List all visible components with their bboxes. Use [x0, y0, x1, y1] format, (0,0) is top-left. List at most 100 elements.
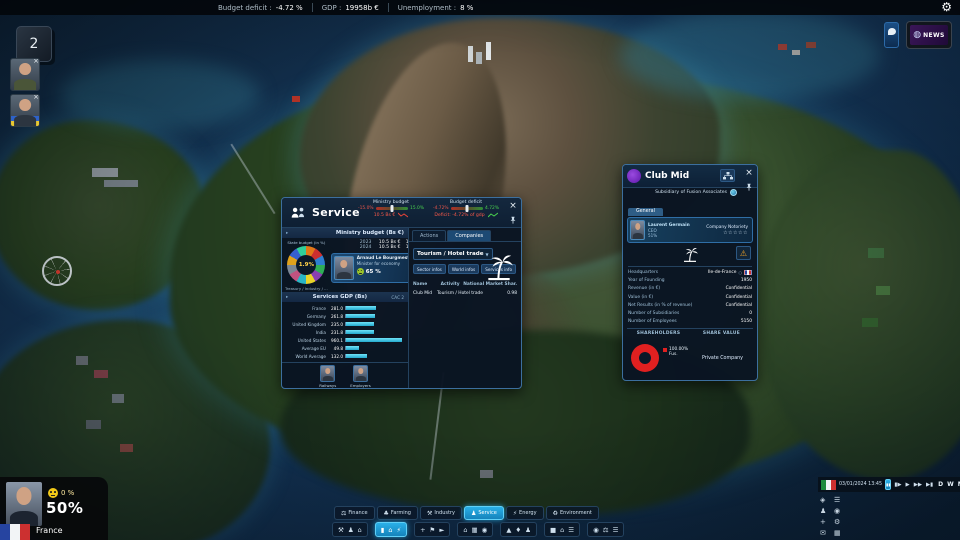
toolbar-tab-industry[interactable]: ⚒Industry [420, 506, 462, 520]
speed-button[interactable]: ▶ [906, 482, 910, 488]
speed-button[interactable]: ▶▶ [914, 482, 922, 488]
energy-icon: ⚡ [513, 510, 517, 517]
tool-icon[interactable]: ☰ [613, 526, 619, 534]
tool-icon[interactable]: ► [439, 526, 444, 534]
tool-icon[interactable]: ⌂ [463, 526, 467, 534]
tool-icon[interactable]: ⚒ [338, 526, 344, 534]
tool-icon[interactable]: ♟ [525, 526, 531, 534]
tool-icon[interactable]: ⌂ [358, 526, 362, 534]
toolbar-tab-service[interactable]: ♟Service [464, 506, 504, 520]
toolbar-group-2[interactable]: ▮⌂ ⚡ [375, 522, 407, 537]
speed-d-button[interactable]: D [938, 481, 943, 488]
toolbar-group-3[interactable]: + ⚑► [414, 522, 450, 537]
settings-gear-icon[interactable]: ⚙ [941, 0, 952, 15]
slider-track[interactable] [451, 207, 484, 210]
bar [345, 314, 405, 318]
tab-companies[interactable]: Companies [447, 230, 491, 241]
tool-icon[interactable]: ⌂ [560, 526, 564, 534]
map-tool-icon[interactable]: ◈ [820, 495, 834, 506]
ceo-card[interactable]: Laurent Germain CEO 51% Company Notoriet… [627, 217, 753, 243]
tool-icon[interactable]: ☰ [568, 526, 574, 534]
service-window-titlebar[interactable]: Service Ministry budget -15.0% 15.0% 10.… [282, 198, 521, 228]
radio-icon[interactable]: ○ [739, 270, 743, 275]
close-icon[interactable]: × [33, 94, 39, 101]
advisor-thumbnail[interactable]: × [10, 94, 40, 127]
speed-button[interactable]: ▮▶ [894, 482, 901, 488]
close-icon[interactable]: × [33, 58, 39, 65]
minister-portrait [334, 256, 354, 280]
tool-icon[interactable]: ♟ [348, 526, 354, 534]
news-tv-button[interactable]: ◍ NEWS [906, 21, 952, 49]
budget-deficit-slider[interactable]: Budget deficit -4.72% 4.72% Deficit: -4.… [433, 200, 499, 218]
warning-button[interactable]: ⚠ [736, 246, 751, 260]
toolbar-group-1[interactable]: ⚒ ♟ ⌂ [332, 522, 368, 537]
tool-icon[interactable]: ⚖ [603, 526, 609, 534]
toolbar-tab-finance[interactable]: ⚖Finance [334, 506, 375, 520]
map-tool-icon[interactable]: ♟ [820, 506, 834, 517]
slider-track[interactable] [376, 207, 409, 210]
tool-icon[interactable]: + [420, 526, 425, 534]
company-window-titlebar[interactable]: Club Mid × [623, 165, 757, 188]
pin-icon[interactable] [745, 183, 753, 191]
sector-infos-button[interactable]: Sector infos [413, 264, 446, 274]
org-chart-button[interactable] [720, 169, 735, 182]
tab-general[interactable]: General [628, 208, 663, 216]
detail-label: Number of Employees [628, 319, 677, 324]
delegate-label: Railways [319, 383, 336, 388]
minister-card[interactable]: Arnaud Le Bourgmestre Minister for econo… [331, 253, 409, 283]
map-tool-icon[interactable]: ▦ [834, 528, 848, 539]
map-tool-icon[interactable]: ⚙ [834, 517, 848, 528]
notification-count: 2 [30, 36, 39, 52]
delegate-card[interactable]: Railways [319, 365, 336, 388]
speed-button[interactable]: ▶▮ [926, 482, 933, 488]
close-icon[interactable]: × [745, 169, 753, 178]
divider [312, 3, 313, 12]
map-tool-icon[interactable]: ✉ [820, 528, 834, 539]
speed-w-button[interactable]: W [947, 481, 954, 488]
tab-label: Service [478, 510, 496, 516]
toolbar-group-5[interactable]: ▲ ♦ ♟ [500, 522, 537, 537]
map-tool-icon[interactable]: ☰ [834, 495, 848, 506]
tool-icon[interactable]: ⌂ [388, 526, 392, 534]
toolbar-group-4[interactable]: ⌂ ▦ ◉ [457, 522, 493, 537]
world-infos-button[interactable]: World infos [448, 264, 479, 274]
detail-row: Number of Subsidiaries0 [628, 309, 752, 317]
tool-icon[interactable]: ⚡ [397, 526, 402, 534]
toolbar-group-6[interactable]: ■ ⌂ ☰ [544, 522, 580, 537]
notification-cube[interactable]: 2 [16, 26, 52, 62]
tool-icon[interactable]: ⚑ [430, 526, 436, 534]
leader-portrait[interactable] [6, 482, 42, 526]
advisor-thumbnail[interactable]: × [10, 58, 40, 91]
pause-button[interactable]: ▮▮ [885, 479, 891, 490]
tool-icon[interactable]: ◉ [482, 526, 488, 534]
map-tool-icon[interactable]: + [820, 517, 834, 528]
sector-select[interactable]: Tourism / Hotel trade ▼ [413, 248, 493, 260]
toolbar-tab-farming[interactable]: ♣Farming [377, 506, 418, 520]
delegate-card[interactable]: Employers [350, 365, 371, 388]
toolbar-tab-environment[interactable]: ♻Environment [546, 506, 599, 520]
farming-icon: ♣ [384, 510, 389, 517]
parent-company[interactable]: Subsidiary of Fusion Associates [655, 190, 727, 195]
tool-icon[interactable]: ▮ [381, 526, 385, 534]
tool-icon[interactable]: ▦ [472, 526, 478, 534]
pin-icon[interactable] [509, 216, 517, 224]
tool-icon[interactable]: ◉ [593, 526, 599, 534]
ministry-budget-slider[interactable]: Ministry budget -15.0% 15.0% 10.5 Bs € [358, 200, 424, 218]
toolbar-group-7[interactable]: ◉ ⚖ ☰ [587, 522, 624, 537]
map-tool-icon[interactable]: ◉ [834, 506, 848, 517]
detail-value: Confidential [726, 295, 752, 300]
bar-label: United States [284, 338, 326, 343]
toolbar-tab-energy[interactable]: ⚡Energy [506, 506, 544, 520]
tool-icon[interactable]: ♦ [515, 526, 521, 534]
value-text: 5150 [741, 319, 752, 324]
slider-thumb[interactable] [390, 205, 393, 212]
stat-value: -4.72 % [276, 4, 303, 12]
italy-flag[interactable] [821, 480, 836, 490]
phone-icon[interactable] [884, 22, 899, 48]
tab-actions[interactable]: Actions [412, 230, 446, 241]
tool-icon[interactable]: ▲ [506, 526, 511, 534]
slider-thumb[interactable] [465, 205, 468, 212]
company-row[interactable]: Club MidTourism / Hotel trade0.98 [413, 291, 517, 296]
tool-icon[interactable]: ■ [550, 526, 556, 534]
close-icon[interactable]: × [509, 202, 517, 211]
